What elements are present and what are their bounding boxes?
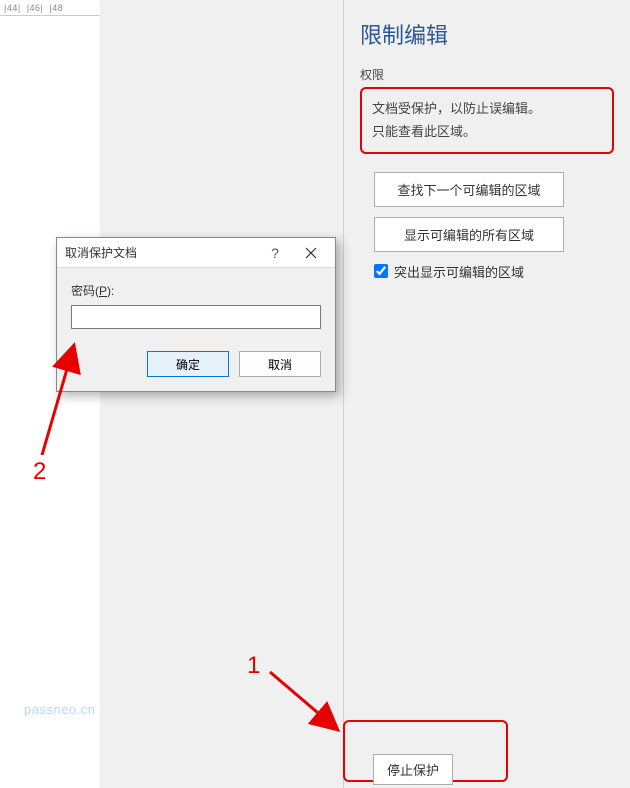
password-label: 密码(P): xyxy=(71,282,321,299)
protection-message-line: 只能查看此区域。 xyxy=(372,120,602,143)
watermark: passneo.cn xyxy=(24,702,96,717)
show-all-editable-button[interactable]: 显示可编辑的所有区域 xyxy=(374,217,564,252)
password-input[interactable] xyxy=(71,305,321,329)
dialog-titlebar[interactable]: 取消保护文档 ? xyxy=(57,238,335,268)
dialog-body: 密码(P): xyxy=(57,268,335,335)
ok-button[interactable]: 确定 xyxy=(147,351,229,377)
panel-title: 限制编辑 xyxy=(360,18,614,50)
cancel-button[interactable]: 取消 xyxy=(239,351,321,377)
ruler-mark: |46| xyxy=(27,3,44,13)
highlight-editable-checkbox-row[interactable]: 突出显示可编辑的区域 xyxy=(374,262,614,281)
dialog-button-row: 确定 取消 xyxy=(57,335,335,391)
protection-message-line: 文档受保护，以防止误编辑。 xyxy=(372,97,602,120)
close-icon[interactable] xyxy=(291,239,331,267)
highlight-editable-label: 突出显示可编辑的区域 xyxy=(394,262,524,281)
dialog-title: 取消保护文档 xyxy=(65,244,259,261)
annotation-number-2: 2 xyxy=(33,458,46,486)
document-area[interactable] xyxy=(0,16,100,788)
help-icon[interactable]: ? xyxy=(259,239,291,267)
protection-message-box: 文档受保护，以防止误编辑。 只能查看此区域。 xyxy=(360,87,614,154)
annotation-number-1: 1 xyxy=(247,652,260,680)
restrict-editing-panel: 限制编辑 权限 文档受保护，以防止误编辑。 只能查看此区域。 查找下一个可编辑的… xyxy=(343,0,630,788)
permissions-label: 权限 xyxy=(360,66,614,83)
unprotect-document-dialog: 取消保护文档 ? 密码(P): 确定 取消 xyxy=(56,237,336,392)
highlight-editable-checkbox[interactable] xyxy=(374,264,388,278)
ruler-mark: |44| xyxy=(4,3,21,13)
stop-protection-button[interactable]: 停止保护 xyxy=(373,754,453,785)
find-next-editable-button[interactable]: 查找下一个可编辑的区域 xyxy=(374,172,564,207)
background-area xyxy=(100,0,343,788)
ruler-mark: |48 xyxy=(49,3,63,13)
